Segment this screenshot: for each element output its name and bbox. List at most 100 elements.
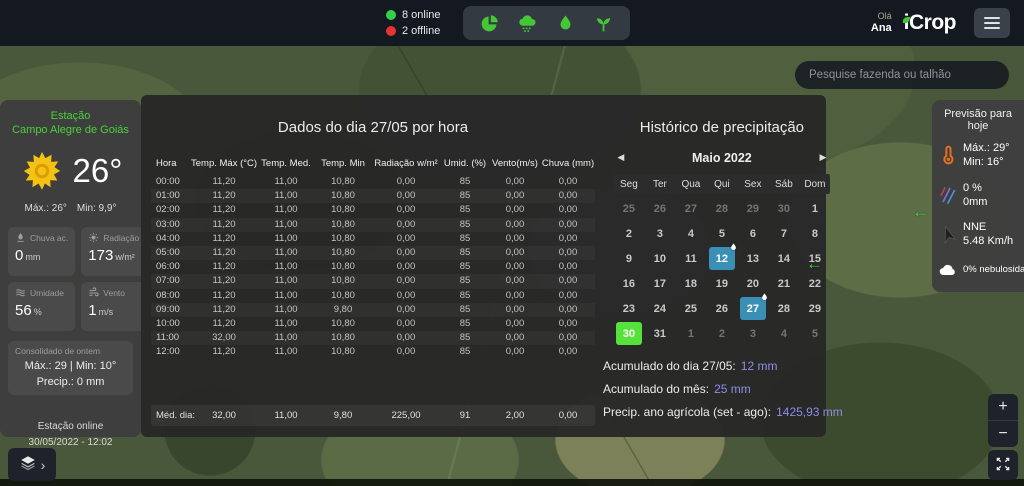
table-cell: 0,00 <box>371 218 441 232</box>
zoom-in-button[interactable]: + <box>988 394 1018 420</box>
table-cell: 0,00 <box>541 289 595 303</box>
table-cell: 11,00 <box>257 218 315 232</box>
calendar-day[interactable]: 19 <box>709 272 735 295</box>
calendar-day[interactable]: 27 <box>740 297 766 320</box>
table-cell: 85 <box>441 175 489 189</box>
status-text: Estação online <box>0 419 141 435</box>
table-cell: 11,20 <box>191 218 257 232</box>
summary-value: 12 mm <box>741 359 778 373</box>
forecast-item: 0 %0mm <box>938 181 1018 210</box>
precipitation-title: Histórico de precipitação <box>601 119 843 136</box>
calendar-day[interactable]: 31 <box>647 322 673 345</box>
sprout-icon[interactable] <box>593 13 614 34</box>
calendar-day[interactable]: 3 <box>647 222 673 245</box>
table-cell: 11,20 <box>191 189 257 203</box>
calendar-day[interactable]: 2 <box>709 322 735 345</box>
summary-label: Acumulado do dia 27/05: <box>603 359 736 373</box>
table-cell: 0,00 <box>371 289 441 303</box>
rain-cloud-icon[interactable] <box>517 13 538 34</box>
calendar-day[interactable]: 28 <box>771 297 797 320</box>
footer-cell: 2,00 <box>489 405 541 426</box>
table-cell: 11,00 <box>257 232 315 246</box>
weekday-label: Sex <box>737 179 768 190</box>
collapse-main-panel-arrow-icon[interactable]: ← <box>806 254 823 274</box>
online-dot-icon <box>386 10 396 20</box>
prev-month-button[interactable]: ◀ <box>613 150 628 165</box>
calendar-day[interactable]: 4 <box>771 322 797 345</box>
table-row: 10:0011,2011,0010,800,00850,000,00 <box>151 317 595 331</box>
calendar-day[interactable]: 16 <box>616 272 642 295</box>
calendar-day[interactable]: 3 <box>740 322 766 345</box>
calendar-day[interactable]: 29 <box>740 197 766 220</box>
calendar-day[interactable]: 1 <box>802 197 828 220</box>
forecast-text: 0mm <box>963 195 987 209</box>
next-month-button[interactable]: ▶ <box>815 150 830 165</box>
calendar-day[interactable]: 18 <box>678 272 704 295</box>
chevron-right-icon: › <box>41 458 46 472</box>
weekday-label: Ter <box>644 179 675 190</box>
calendar-day[interactable]: 27 <box>678 197 704 220</box>
calendar-day[interactable]: 26 <box>647 197 673 220</box>
calendar-day[interactable]: 30 <box>616 322 642 345</box>
water-drop-icon[interactable] <box>555 13 576 34</box>
table-cell: 11,00 <box>257 175 315 189</box>
table-cell: 11,20 <box>191 289 257 303</box>
calendar-day[interactable]: 4 <box>678 222 704 245</box>
table-row: 07:0011,2011,0010,800,00850,000,00 <box>151 274 595 288</box>
collapse-forecast-panel-arrow-icon[interactable]: ← <box>912 202 929 222</box>
table-cell: 0,00 <box>489 203 541 217</box>
table-cell: 00:00 <box>151 175 191 189</box>
calendar-day[interactable]: 14 <box>771 247 797 270</box>
table-cell: 0,00 <box>541 232 595 246</box>
calendar-day[interactable]: 5 <box>802 322 828 345</box>
menu-button[interactable] <box>974 8 1010 38</box>
calendar-day[interactable]: 7 <box>771 222 797 245</box>
table-cell: 0,00 <box>489 232 541 246</box>
table-cell: 0,00 <box>371 246 441 260</box>
calendar-day[interactable]: 11 <box>678 247 704 270</box>
calendar-day[interactable]: 13 <box>740 247 766 270</box>
calendar-day[interactable]: 8 <box>802 222 828 245</box>
column-header: Umid. (%) <box>441 158 489 169</box>
calendar-day[interactable]: 10 <box>647 247 673 270</box>
layers-button[interactable]: › <box>8 448 56 481</box>
calendar-day[interactable]: 17 <box>647 272 673 295</box>
table-cell: 0,00 <box>371 260 441 274</box>
fullscreen-button[interactable] <box>988 450 1018 480</box>
footer-cell: 11,00 <box>257 405 315 426</box>
table-cell: 0,00 <box>489 246 541 260</box>
pie-chart-icon[interactable] <box>479 13 500 34</box>
forecast-panel: Previsão para hoje Máx.: 29°Min: 16°0 %0… <box>932 100 1024 292</box>
calendar-day[interactable]: 21 <box>771 272 797 295</box>
calendar-day[interactable]: 2 <box>616 222 642 245</box>
calendar-day[interactable]: 29 <box>802 297 828 320</box>
zoom-out-button[interactable]: − <box>988 421 1018 447</box>
station-name[interactable]: Campo Alegre de Goiás <box>0 124 141 136</box>
calendar-day[interactable]: 25 <box>616 197 642 220</box>
calendar-day[interactable]: 30 <box>771 197 797 220</box>
rain-drop-icon <box>728 241 739 254</box>
table-cell: 0,00 <box>371 203 441 217</box>
precip-summary: Acumulado do dia 27/05: 12 mm Acumulado do… <box>601 359 843 419</box>
table-cell: 0,00 <box>371 317 441 331</box>
table-cell: 10,80 <box>315 317 371 331</box>
calendar-day[interactable]: 12 <box>709 247 735 270</box>
calendar-day[interactable]: 6 <box>740 222 766 245</box>
table-cell: 85 <box>441 289 489 303</box>
calendar-day[interactable]: 23 <box>616 297 642 320</box>
metric-card-2: Umidade56% <box>8 282 75 331</box>
summary-label: Acumulado do mês: <box>603 382 709 396</box>
metric-label: Umidade <box>30 288 64 298</box>
calendar-day[interactable]: 9 <box>616 247 642 270</box>
calendar-day[interactable]: 28 <box>709 197 735 220</box>
table-cell: 10,80 <box>315 175 371 189</box>
forecast-item: 0% nebulosidade <box>938 260 1018 280</box>
calendar-day[interactable]: 24 <box>647 297 673 320</box>
yesterday-precip: Precip.: 0 mm <box>12 376 129 388</box>
calendar-day[interactable]: 26 <box>709 297 735 320</box>
calendar-day[interactable]: 25 <box>678 297 704 320</box>
calendar-day[interactable]: 22 <box>802 272 828 295</box>
search-input[interactable] <box>795 61 1009 89</box>
table-cell: 0,00 <box>371 189 441 203</box>
calendar-day[interactable]: 1 <box>678 322 704 345</box>
